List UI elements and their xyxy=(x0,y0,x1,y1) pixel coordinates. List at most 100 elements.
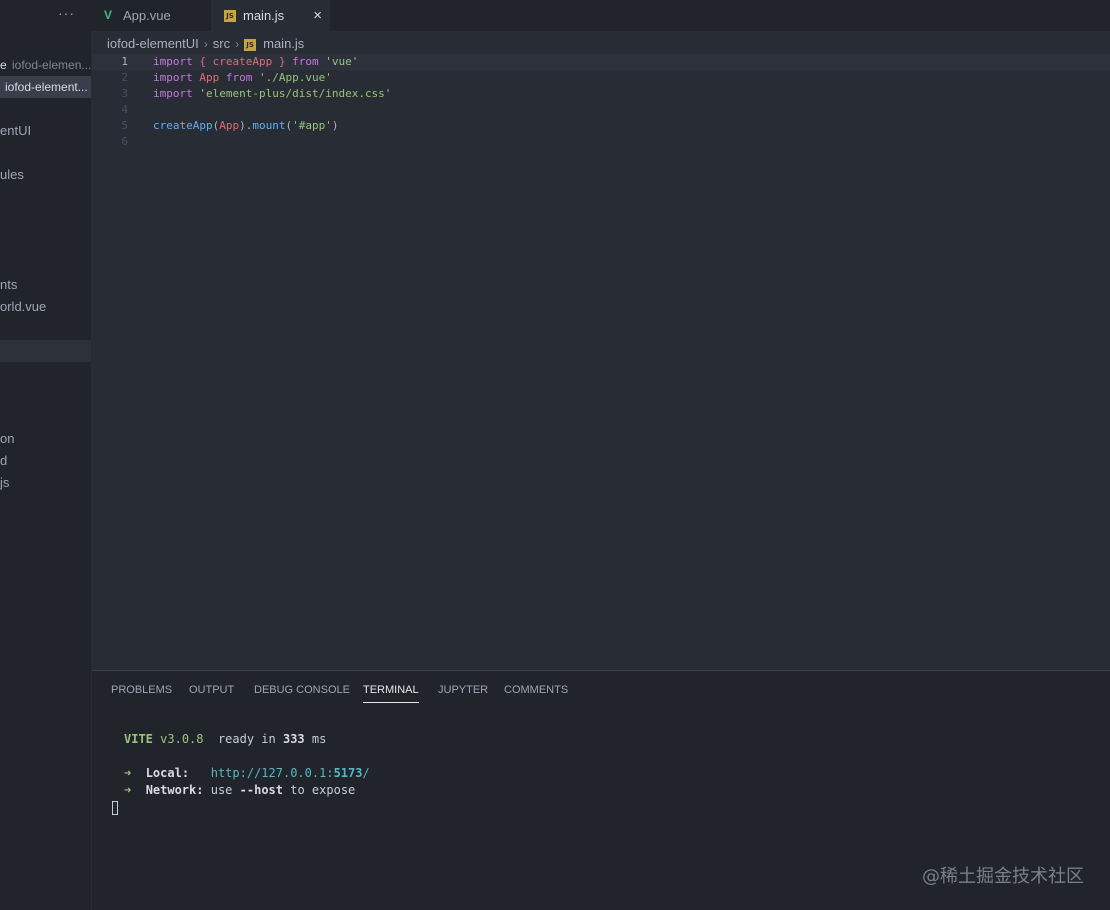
panel-tab-debug-console[interactable]: DEBUG CONSOLE xyxy=(254,683,350,703)
panel-tab-label: OUTPUT xyxy=(189,684,235,696)
tree-item[interactable]: on xyxy=(0,428,91,450)
js-icon: JS xyxy=(244,38,257,51)
code-editor[interactable]: 1 import { createApp } from 'vue' 2 import … xyxy=(92,54,1110,669)
explorer-sidebar: e iofod-elemen... iofod-element... entUI… xyxy=(0,0,91,910)
tree-item[interactable]: orld.vue xyxy=(0,296,91,318)
tree-item-label: js xyxy=(0,475,10,490)
chevron-right-icon: › xyxy=(235,37,240,51)
code-token: import xyxy=(153,55,193,68)
code-token: App xyxy=(219,119,240,132)
vue-icon: V xyxy=(104,8,113,22)
open-editor-name: e xyxy=(0,58,7,72)
breadcrumb-folder[interactable]: src xyxy=(213,36,230,51)
panel-tab-terminal[interactable]: TERMINAL xyxy=(363,683,419,703)
panel-tab-label: DEBUG CONSOLE xyxy=(254,684,350,696)
code-token: './App.vue' xyxy=(259,71,332,84)
local-url-link[interactable]: http://127.0.0.1:5173/ xyxy=(211,766,370,780)
line-number: 1 xyxy=(121,55,128,68)
code-token: ). xyxy=(239,119,253,132)
code-token: { xyxy=(199,55,206,68)
code-text: import App from './App.vue' xyxy=(153,70,332,86)
code-line[interactable]: 2 import App from './App.vue' xyxy=(92,70,1110,86)
local-port: 5173 xyxy=(333,766,363,780)
line-number: 5 xyxy=(121,119,128,132)
more-actions-button[interactable]: ··· xyxy=(58,5,75,21)
code-text: import 'element-plus/dist/index.css' xyxy=(153,86,391,102)
code-token: '#app' xyxy=(292,119,332,132)
tree-item[interactable]: entUI xyxy=(0,120,91,142)
close-icon[interactable]: × xyxy=(313,0,322,31)
code-token: import xyxy=(153,87,193,100)
panel-tab-output[interactable]: OUTPUT xyxy=(189,683,234,703)
vscode-window: e iofod-elemen... iofod-element... entUI… xyxy=(0,0,1110,910)
tree-item[interactable]: nts xyxy=(0,274,91,296)
line-number: 2 xyxy=(121,71,128,84)
editor-tab-bar: ··· V App.vue JS main.js × xyxy=(0,0,1110,32)
panel-tab-jupyter[interactable]: JUPYTER xyxy=(438,683,488,703)
code-line[interactable]: 1 import { createApp } from 'vue' xyxy=(92,54,1110,70)
local-label: Local xyxy=(145,766,182,780)
active-tab-underline xyxy=(363,702,419,703)
line-number: 3 xyxy=(121,87,128,100)
code-token: 'vue' xyxy=(325,55,359,68)
tree-item-label: on xyxy=(0,431,15,446)
arrow-right-icon: ➜ xyxy=(124,766,132,780)
panel-tab-label: COMMENTS xyxy=(504,684,569,696)
line-number: 4 xyxy=(121,103,128,116)
arrow-right-icon: ➜ xyxy=(124,783,132,797)
panel-tab-comments[interactable]: COMMENTS xyxy=(504,683,568,703)
tree-item-label: orld.vue xyxy=(0,299,47,314)
code-line[interactable]: 5 createApp(App).mount('#app') xyxy=(92,118,1110,134)
code-token: 'element-plus/dist/index.css' xyxy=(199,87,392,100)
vite-name: VITE xyxy=(124,732,153,746)
terminal-output[interactable]: VITE v3.0.8 ready in 333 ms ➜ Local: htt… xyxy=(112,731,370,857)
code-token: mount xyxy=(252,119,286,132)
breadcrumb-project[interactable]: iofod-elementUI xyxy=(107,36,199,51)
open-editor-item[interactable]: e iofod-elemen... xyxy=(0,54,91,76)
tree-item[interactable]: d xyxy=(0,450,91,472)
tab-app-vue[interactable]: V App.vue xyxy=(92,0,210,31)
network-line: ➜ Network: use --host to expose xyxy=(124,783,356,797)
code-text: createApp(App).mount('#app') xyxy=(153,118,338,134)
local-url-suffix: / xyxy=(362,766,370,780)
code-line[interactable]: 6 xyxy=(92,134,1110,150)
code-token: createApp xyxy=(212,55,273,68)
line-number: 6 xyxy=(121,135,128,148)
code-token: from xyxy=(225,71,253,84)
network-rest: to expose xyxy=(290,783,356,797)
local-url-prefix: http://127.0.0.1: xyxy=(210,766,334,780)
tree-item[interactable]: ules xyxy=(0,164,91,186)
tree-item[interactable]: js xyxy=(0,472,91,494)
tree-item-label: nts xyxy=(0,277,18,292)
network-label: Network xyxy=(145,783,197,797)
open-editor-folder: iofod-elemen... xyxy=(12,58,91,72)
tab-label: App.vue xyxy=(123,8,171,23)
code-token: ) xyxy=(331,119,339,132)
tab-main-js[interactable]: JS main.js × xyxy=(211,0,330,32)
panel-tab-label: JUPYTER xyxy=(438,684,489,696)
open-editor-folder: iofod-element... xyxy=(5,80,88,94)
ready-ms: 333 xyxy=(282,732,305,746)
chevron-right-icon: › xyxy=(203,37,208,51)
panel-tab-problems[interactable]: PROBLEMS xyxy=(111,683,172,703)
tree-item-label: d xyxy=(0,453,8,468)
code-token: from xyxy=(292,55,319,68)
tree-item-label: entUI xyxy=(0,123,32,138)
local-url-line: ➜ Local: http://127.0.0.1:5173/ xyxy=(124,766,370,780)
open-editor-item-active[interactable]: iofod-element... xyxy=(0,76,91,98)
code-line[interactable]: 4 xyxy=(92,102,1110,118)
tree-item-selected[interactable] xyxy=(0,340,91,362)
tab-label: main.js xyxy=(243,8,285,23)
breadcrumb-file[interactable]: main.js xyxy=(263,36,304,51)
code-line[interactable]: 3 import 'element-plus/dist/index.css' xyxy=(92,86,1110,102)
network-flag: --host xyxy=(239,783,284,797)
code-token: createApp xyxy=(153,119,213,132)
network-use: use xyxy=(210,783,233,797)
code-text: import { createApp } from 'vue' xyxy=(153,54,358,70)
breadcrumb: iofod-elementUI › src › JS main.js xyxy=(107,34,304,54)
tree-item-label: ules xyxy=(0,167,24,182)
